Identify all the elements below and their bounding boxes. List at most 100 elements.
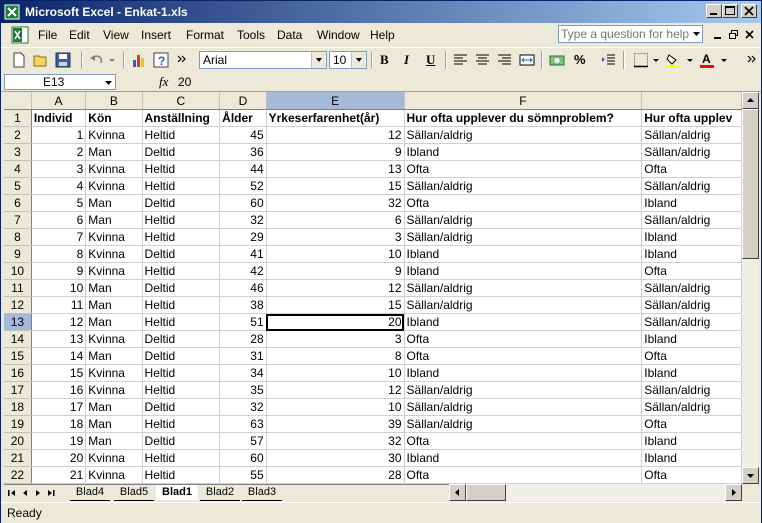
table-cell[interactable]: 60 <box>219 194 267 212</box>
column-header[interactable] <box>641 92 742 110</box>
horizontal-scroll-thumb[interactable] <box>466 484 506 501</box>
table-cell[interactable]: Kvinna <box>85 177 143 195</box>
header-cell[interactable]: Anställning <box>142 109 221 127</box>
table-cell[interactable]: 8 <box>31 245 87 263</box>
maximize-button[interactable] <box>722 4 738 18</box>
header-cell[interactable]: Individ <box>31 109 87 127</box>
table-cell[interactable]: 9 <box>266 262 405 280</box>
table-cell[interactable]: 6 <box>266 211 405 229</box>
prev-sheet-icon[interactable] <box>20 487 31 499</box>
table-cell[interactable]: Kvinna <box>85 330 143 348</box>
table-cell[interactable]: 10 <box>266 245 405 263</box>
table-cell[interactable]: Man <box>85 398 143 416</box>
header-cell[interactable]: Hur ofta upplever du sömnproblem? <box>404 109 643 127</box>
table-cell[interactable]: Ofta <box>641 160 742 178</box>
table-cell[interactable]: Ibland <box>641 194 742 212</box>
font-color-button[interactable]: A <box>697 50 717 70</box>
font-color-dropdown[interactable] <box>719 50 727 70</box>
table-cell[interactable]: Deltid <box>142 398 221 416</box>
table-cell[interactable]: 63 <box>219 415 267 433</box>
row-header[interactable]: 6 <box>4 194 32 212</box>
table-cell[interactable]: Heltid <box>142 466 221 484</box>
row-header[interactable]: 16 <box>4 364 32 382</box>
formula-input[interactable]: 20 <box>178 75 191 89</box>
merge-center-button[interactable] <box>517 50 537 70</box>
row-header[interactable]: 22 <box>4 466 32 484</box>
table-cell[interactable]: Kvinna <box>85 160 143 178</box>
table-cell[interactable]: 4 <box>31 177 87 195</box>
table-cell[interactable]: 12 <box>266 381 405 399</box>
table-cell[interactable]: 3 <box>31 160 87 178</box>
table-cell[interactable]: 9 <box>31 262 87 280</box>
open-button[interactable] <box>31 50 51 70</box>
select-all-corner[interactable] <box>4 92 32 110</box>
table-cell[interactable]: Sällan/aldrig <box>641 313 742 331</box>
table-cell[interactable]: Sällan/aldrig <box>641 381 742 399</box>
table-cell[interactable]: Ibland <box>404 143 643 161</box>
column-header[interactable]: D <box>219 92 267 110</box>
table-cell[interactable]: Ofta <box>641 415 742 433</box>
table-cell[interactable]: Ibland <box>404 449 643 467</box>
table-cell[interactable]: 35 <box>219 381 267 399</box>
workbook-icon[interactable] <box>11 26 29 44</box>
table-cell[interactable]: Ibland <box>404 364 643 382</box>
table-cell[interactable]: 28 <box>266 466 405 484</box>
table-cell[interactable]: 36 <box>219 143 267 161</box>
table-cell[interactable]: Sällan/aldrig <box>404 177 643 195</box>
table-cell[interactable]: 13 <box>266 160 405 178</box>
help-search-input[interactable] <box>559 26 691 42</box>
table-cell[interactable]: 2 <box>31 143 87 161</box>
help-search-box[interactable] <box>558 25 703 43</box>
row-header[interactable]: 12 <box>4 296 32 314</box>
help-button[interactable]: ? <box>151 50 171 70</box>
table-cell[interactable]: 15 <box>31 364 87 382</box>
toolbar-options-2[interactable] <box>745 50 757 70</box>
table-cell[interactable]: Deltid <box>142 432 221 450</box>
row-header[interactable]: 1 <box>4 109 32 127</box>
table-cell[interactable]: Sällan/aldrig <box>404 126 643 144</box>
table-cell[interactable]: Man <box>85 296 143 314</box>
row-header[interactable]: 4 <box>4 160 32 178</box>
row-header[interactable]: 5 <box>4 177 32 195</box>
table-cell[interactable]: Sällan/aldrig <box>641 126 742 144</box>
table-cell[interactable]: 13 <box>31 330 87 348</box>
table-cell[interactable]: Ibland <box>641 364 742 382</box>
table-cell[interactable]: Man <box>85 415 143 433</box>
menu-window[interactable]: Window <box>317 28 360 42</box>
row-header[interactable]: 11 <box>4 279 32 297</box>
table-cell[interactable]: 60 <box>219 449 267 467</box>
table-cell[interactable]: 51 <box>219 313 267 331</box>
table-cell[interactable]: 10 <box>266 364 405 382</box>
table-cell[interactable]: Man <box>85 432 143 450</box>
table-cell[interactable]: Ibland <box>641 330 742 348</box>
sheet-tab-blad1[interactable]: Blad1 <box>156 485 198 500</box>
font-name-combo[interactable]: Arial <box>199 51 327 69</box>
decrease-indent-button[interactable] <box>599 50 619 70</box>
row-header[interactable]: 2 <box>4 126 32 144</box>
table-cell[interactable]: 32 <box>219 398 267 416</box>
row-header[interactable]: 3 <box>4 143 32 161</box>
table-cell[interactable]: Ibland <box>641 432 742 450</box>
table-cell[interactable]: 6 <box>31 211 87 229</box>
table-cell[interactable]: Sällan/aldrig <box>641 279 742 297</box>
header-cell[interactable]: Kön <box>85 109 143 127</box>
table-cell[interactable]: Kvinna <box>85 449 143 467</box>
vertical-scrollbar[interactable] <box>742 92 759 484</box>
table-cell[interactable]: Kvinna <box>85 245 143 263</box>
table-cell[interactable]: 3 <box>266 228 405 246</box>
chevron-down-icon[interactable] <box>104 79 113 87</box>
table-cell[interactable]: Sällan/aldrig <box>404 398 643 416</box>
table-cell[interactable]: Man <box>85 211 143 229</box>
table-cell[interactable]: Kvinna <box>85 228 143 246</box>
table-cell[interactable]: Ibland <box>641 228 742 246</box>
table-cell[interactable]: Heltid <box>142 262 221 280</box>
sheet-tab-blad5[interactable]: Blad5 <box>114 485 154 501</box>
menu-data[interactable]: Data <box>277 28 302 42</box>
name-box[interactable]: E13 <box>4 74 116 90</box>
underline-button[interactable]: U <box>426 52 435 68</box>
table-cell[interactable]: Ofta <box>641 347 742 365</box>
row-header[interactable]: 13 <box>4 313 32 331</box>
table-cell[interactable]: Deltid <box>142 143 221 161</box>
table-cell[interactable]: Kvinna <box>85 364 143 382</box>
table-cell[interactable]: Heltid <box>142 381 221 399</box>
